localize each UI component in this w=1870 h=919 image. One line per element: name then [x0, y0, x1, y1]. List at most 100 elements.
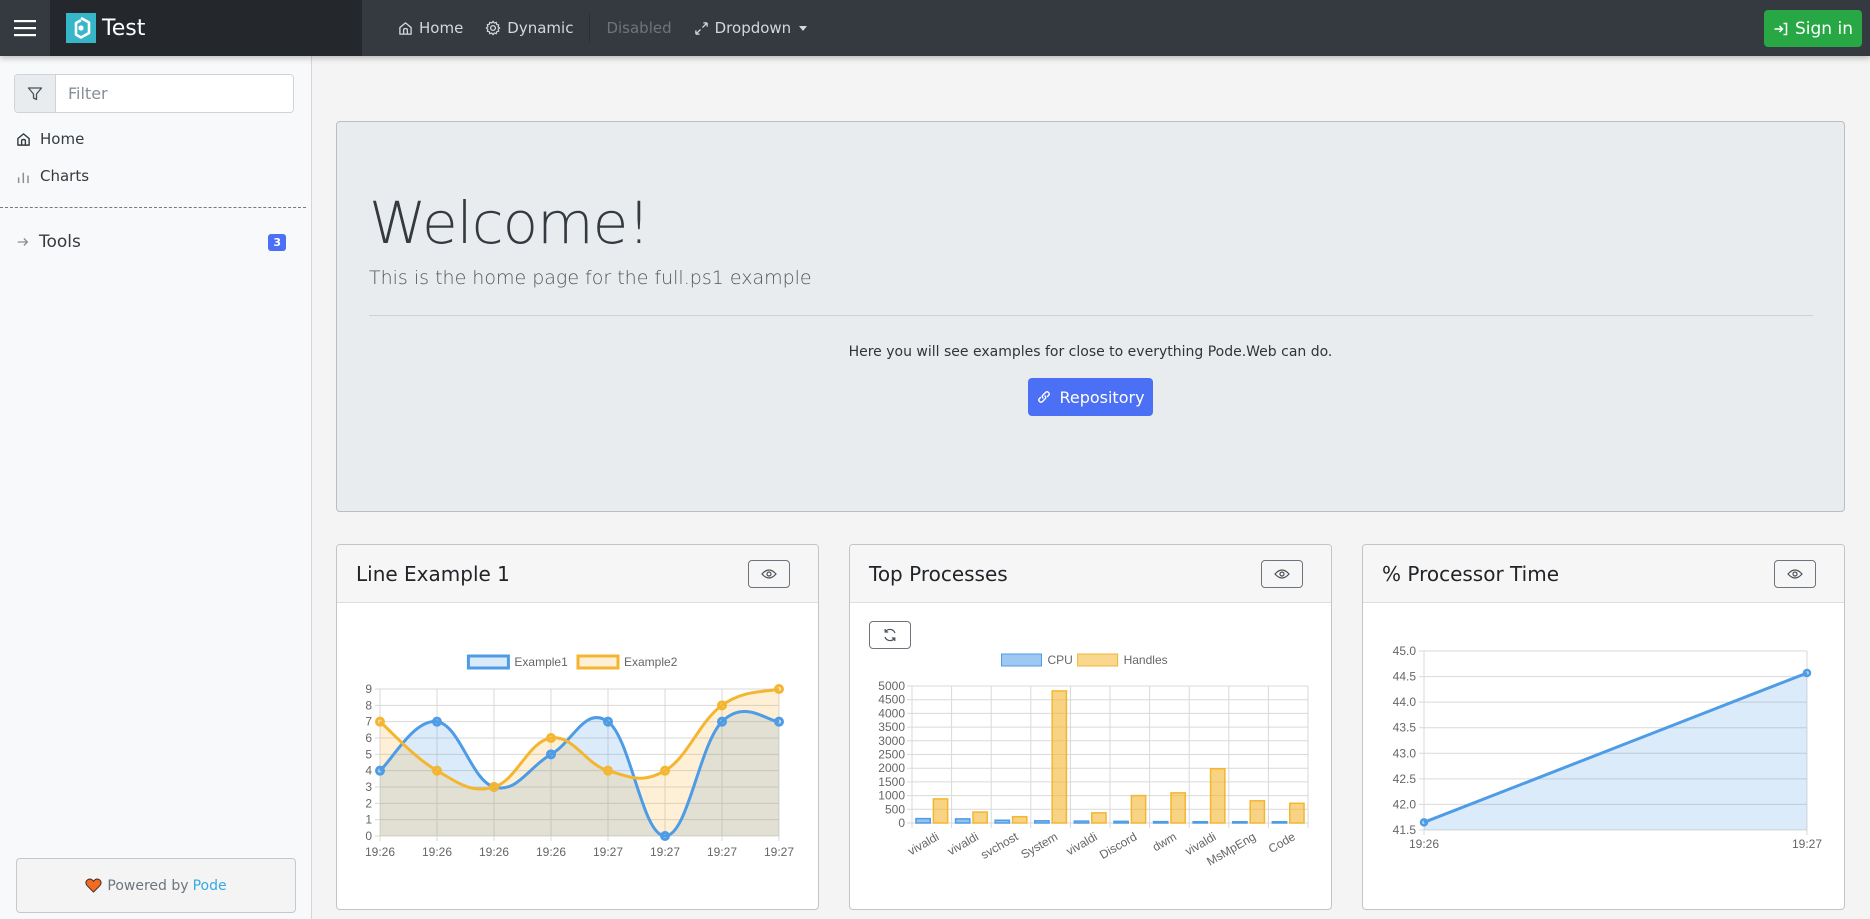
sidebar-filter-input[interactable] — [56, 75, 293, 112]
y-tick-label: 1500 — [878, 775, 905, 789]
nav-link-label: Dropdown — [714, 19, 792, 37]
data-point — [489, 782, 499, 792]
legend-swatch — [1077, 653, 1119, 667]
y-tick-label: 4000 — [878, 706, 905, 720]
bar-handles — [1170, 792, 1186, 824]
sidebar-item-label: Home — [40, 130, 85, 148]
repository-button[interactable]: Repository — [1028, 378, 1153, 416]
y-tick-label: 500 — [885, 802, 905, 816]
sidebar: Home Charts Tools 3 Powered by Pode — [0, 56, 312, 919]
filter-icon — [27, 86, 43, 100]
sidebar-filter — [14, 74, 294, 113]
sign-in-icon — [1774, 22, 1788, 35]
y-tick-label: 44.0 — [1393, 695, 1417, 709]
y-tick-label: 42.0 — [1393, 797, 1417, 811]
link-icon — [1038, 391, 1051, 403]
nav-link-dynamic[interactable]: Dynamic — [485, 19, 573, 37]
bar-cpu — [1113, 820, 1129, 824]
y-tick-label: 2500 — [878, 748, 905, 762]
processor-time-chart: 41.5 42.0 42.5 43.0 43.5 44.0 44.5 45.0 19:26 19:… — [1393, 644, 1823, 851]
y-tick-label: 4500 — [878, 693, 905, 707]
x-tick-label: 19:26 — [365, 845, 395, 859]
y-tick-label: 6 — [365, 731, 372, 745]
sidebar-group-tools[interactable]: Tools 3 — [16, 232, 286, 252]
card-top-processes: Top Processes 0 500 1000 1500 2000 2500 3000 35… — [849, 544, 1332, 910]
data-point — [546, 749, 556, 760]
bar-cpu — [1152, 820, 1169, 824]
card-line-example-1: Line Example 1 0 1 2 3 4 5 6 7 8 9 19:26 19:26 19:26… — [336, 544, 819, 910]
nav-dropdown-toggle[interactable]: Dropdown — [694, 19, 808, 37]
nav-divider — [589, 14, 591, 42]
data-point — [774, 684, 784, 694]
hamburger-menu-icon — [14, 20, 36, 37]
bar-handles — [1011, 815, 1028, 824]
x-tick-label: 19:27 — [707, 845, 737, 859]
y-tick-label: 3000 — [878, 734, 905, 748]
y-tick-label: 2 — [365, 796, 372, 810]
nav-links: Home Dynamic Disabled Dropdown — [398, 0, 829, 56]
page-title: Welcome! — [369, 189, 651, 257]
x-tick-label: Code — [1266, 829, 1298, 856]
x-tick-label: 19:27 — [650, 845, 680, 859]
page-subtitle: This is the home page for the full.ps1 e… — [369, 267, 812, 289]
y-tick-label: 3500 — [878, 720, 905, 734]
y-tick-label: 2000 — [878, 761, 905, 775]
bar-cpu — [994, 819, 1011, 824]
x-tick-label: dwm — [1150, 829, 1179, 854]
sidebar-item-home[interactable]: Home — [16, 130, 286, 148]
data-point — [717, 716, 727, 727]
brand-logo-icon — [66, 13, 96, 43]
card-processor-time: % Processor Time 41.5 42.0 42.5 43.0 43.5 44.… — [1362, 544, 1845, 910]
bar-handles — [1249, 800, 1266, 824]
bar-cpu — [915, 817, 931, 824]
legend-swatch — [576, 654, 620, 670]
heart-icon — [85, 878, 102, 893]
brand[interactable]: Test — [50, 0, 362, 56]
x-tick-label: 19:26 — [536, 845, 566, 859]
bar-cpu — [1034, 820, 1050, 824]
x-tick-label: Discord — [1097, 829, 1139, 861]
nav-link-label: Dynamic — [507, 19, 574, 37]
bar-cpu — [1271, 821, 1288, 824]
bar-handles — [1289, 802, 1305, 824]
sidebar-item-charts[interactable]: Charts — [16, 167, 286, 185]
data-point — [375, 765, 385, 776]
top-navbar: Test Home Dynamic Disabled Dropdown Sign… — [0, 0, 1870, 56]
data-point — [660, 765, 670, 776]
y-tick-label: 43.5 — [1393, 721, 1417, 735]
sidebar-item-label: Charts — [40, 167, 90, 185]
y-tick-label: 9 — [365, 682, 372, 696]
x-tick-label: 19:26 — [422, 845, 452, 859]
data-point — [375, 716, 385, 727]
x-tick-label: 19:27 — [1792, 837, 1822, 851]
nav-link-home[interactable]: Home — [398, 19, 463, 37]
data-point — [774, 716, 784, 727]
bar-chart-icon — [17, 172, 29, 183]
y-tick-label: 8 — [365, 698, 372, 712]
tools-count-badge: 3 — [268, 233, 286, 251]
brand-title: Test — [102, 15, 146, 41]
welcome-jumbotron: Welcome! This is the home page for the f… — [336, 121, 1845, 512]
bar-handles — [932, 798, 949, 824]
bar-cpu — [954, 818, 971, 824]
legend-swatch — [466, 654, 510, 670]
data-point — [603, 716, 613, 727]
jumbotron-text: Here you will see examples for close to … — [848, 344, 1333, 360]
legend-label: CPU — [1048, 653, 1073, 667]
arrow-right-icon — [17, 238, 29, 246]
sidebar-toggle-button[interactable] — [0, 0, 50, 56]
refresh-button[interactable] — [869, 621, 911, 649]
y-tick-label: 44.5 — [1393, 670, 1417, 684]
top-processes-chart: 0500100015002000250030003500400045005000… — [878, 653, 1309, 869]
data-point — [546, 733, 556, 743]
bar-handles — [1209, 767, 1226, 824]
repository-label: Repository — [1059, 387, 1145, 407]
y-tick-label: 0 — [898, 816, 905, 830]
x-tick-label: 19:26 — [1409, 837, 1439, 851]
sign-in-button[interactable]: Sign in — [1764, 10, 1862, 47]
pode-link[interactable]: Pode — [193, 878, 227, 894]
filter-addon — [15, 75, 56, 112]
bar-handles — [1051, 690, 1068, 824]
caret-down-icon — [799, 25, 808, 31]
bar-handles — [1091, 812, 1107, 824]
